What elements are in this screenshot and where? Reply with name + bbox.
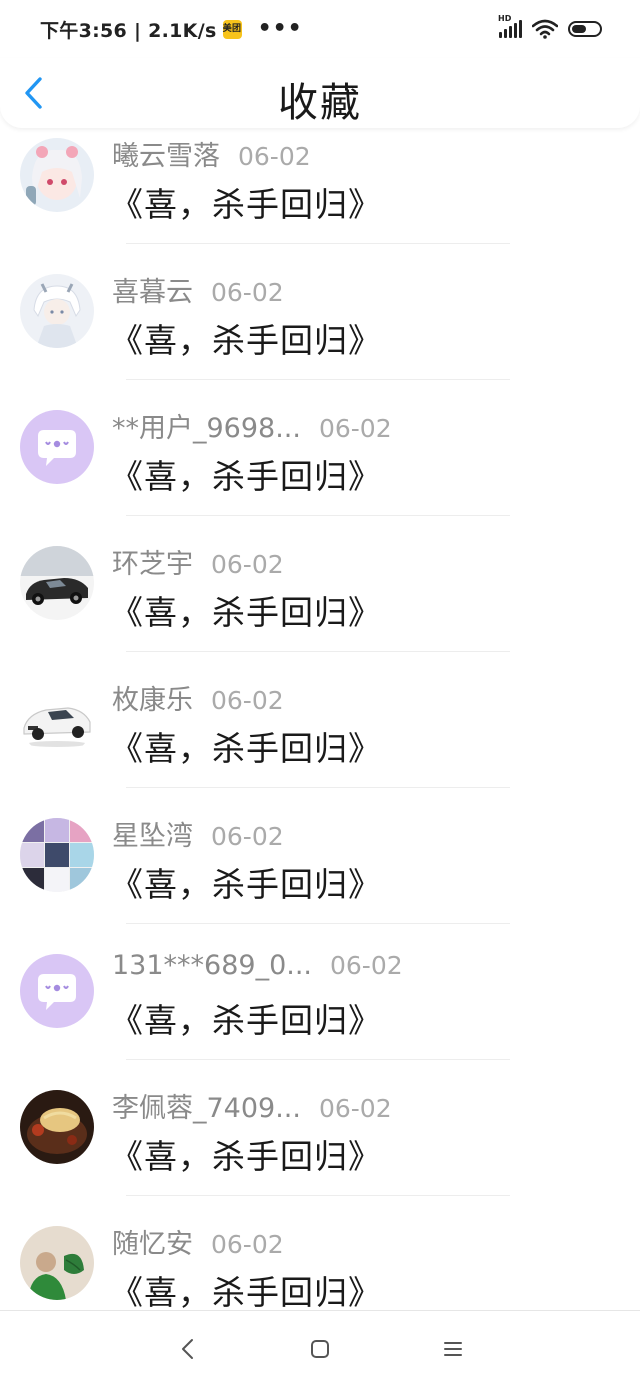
- avatar[interactable]: [20, 954, 94, 1028]
- book-title[interactable]: 《喜，杀手回归》: [110, 1266, 382, 1310]
- favorites-list: 曦云雪落 06-02 《喜，杀手回归》 喜暮云 06-02 《喜，杀手回归》 *…: [0, 128, 640, 1310]
- item-date: 06-02: [330, 951, 403, 980]
- book-title[interactable]: 《喜，杀手回归》: [110, 314, 382, 362]
- avatar[interactable]: [20, 818, 94, 892]
- nav-home-button[interactable]: [300, 1329, 340, 1369]
- item-meta: 随忆安 06-02: [112, 1222, 284, 1261]
- list-item[interactable]: 李佩蓉_7409... 06-02 《喜，杀手回归》: [0, 1080, 640, 1216]
- book-title[interactable]: 《喜，杀手回归》: [110, 178, 382, 226]
- wifi-icon: [532, 19, 558, 39]
- item-date: 06-02: [211, 550, 284, 579]
- item-meta: **用户_9698... 06-02: [112, 406, 392, 445]
- book-title[interactable]: 《喜，杀手回归》: [110, 722, 382, 770]
- nav-back-icon: [182, 1339, 193, 1359]
- user-name: 李佩蓉_7409...: [112, 1093, 301, 1124]
- book-title[interactable]: 《喜，杀手回归》: [110, 450, 382, 498]
- book-title[interactable]: 《喜，杀手回归》: [110, 1130, 382, 1178]
- item-date: 06-02: [211, 278, 284, 307]
- list-item[interactable]: 喜暮云 06-02 《喜，杀手回归》: [0, 264, 640, 400]
- item-meta: 曦云雪落 06-02: [112, 134, 311, 173]
- divider: [126, 1059, 510, 1060]
- status-right: HD: [498, 14, 602, 39]
- battery-icon: [568, 21, 602, 37]
- list-item[interactable]: 枚康乐 06-02 《喜，杀手回归》: [0, 672, 640, 808]
- avatar[interactable]: [20, 1226, 94, 1300]
- nav-menu-icon: [444, 1342, 462, 1356]
- status-left: 下午3:56 | 2.1K/s 美团 •••: [40, 16, 303, 43]
- list-item[interactable]: 环芝宇 06-02 《喜，杀手回归》: [0, 536, 640, 672]
- avatar[interactable]: [20, 138, 94, 212]
- status-time-speed: 下午3:56 | 2.1K/s: [40, 19, 217, 42]
- avatar[interactable]: [20, 546, 94, 620]
- item-meta: 星坠湾 06-02: [112, 814, 284, 853]
- status-bar: 下午3:56 | 2.1K/s 美团 ••• HD: [0, 0, 640, 58]
- system-nav-bar: [0, 1310, 640, 1388]
- list-item[interactable]: 131***689_0... 06-02 《喜，杀手回归》: [0, 944, 640, 1080]
- item-date: 06-02: [211, 822, 284, 851]
- nav-menu-button[interactable]: [433, 1329, 473, 1369]
- item-date: 06-02: [211, 1230, 284, 1259]
- more-notifications-icon: •••: [257, 16, 303, 41]
- avatar[interactable]: [20, 682, 94, 756]
- book-title[interactable]: 《喜，杀手回归》: [110, 586, 382, 634]
- list-item[interactable]: 星坠湾 06-02 《喜，杀手回归》: [0, 808, 640, 944]
- user-name: 131***689_0...: [112, 950, 312, 981]
- avatar[interactable]: [20, 410, 94, 484]
- user-name: 环芝宇: [112, 549, 193, 580]
- item-date: 06-02: [318, 1094, 392, 1123]
- item-date: 06-02: [318, 414, 392, 443]
- cellular-signal-icon: HD: [498, 14, 522, 38]
- item-date: 06-02: [211, 686, 284, 715]
- user-name: 枚康乐: [112, 685, 193, 716]
- item-date: 06-02: [238, 142, 311, 171]
- divider: [126, 243, 510, 244]
- avatar[interactable]: [20, 1090, 94, 1164]
- list-item[interactable]: **用户_9698... 06-02 《喜，杀手回归》: [0, 400, 640, 536]
- item-meta: 131***689_0... 06-02: [112, 950, 403, 981]
- nav-home-icon: [311, 1340, 329, 1358]
- avatar[interactable]: [20, 274, 94, 348]
- divider: [126, 651, 510, 652]
- item-meta: 枚康乐 06-02: [112, 678, 284, 717]
- meituan-app-icon: 美团: [222, 19, 242, 39]
- divider: [126, 379, 510, 380]
- list-item[interactable]: 随忆安 06-02 《喜，杀手回归》: [0, 1216, 640, 1310]
- book-title[interactable]: 《喜，杀手回归》: [110, 994, 382, 1042]
- item-meta: 李佩蓉_7409... 06-02: [112, 1086, 392, 1125]
- book-title[interactable]: 《喜，杀手回归》: [110, 858, 382, 906]
- header: 收藏: [0, 58, 640, 128]
- user-name: 喜暮云: [112, 277, 193, 308]
- user-name: 曦云雪落: [112, 141, 220, 172]
- hd-label: HD: [498, 14, 512, 23]
- user-name: **用户_9698...: [112, 413, 301, 444]
- list-item[interactable]: 曦云雪落 06-02 《喜，杀手回归》: [0, 128, 640, 264]
- divider: [126, 1195, 510, 1196]
- user-name: 星坠湾: [112, 821, 193, 852]
- divider: [126, 923, 510, 924]
- item-meta: 环芝宇 06-02: [112, 542, 284, 581]
- page-title: 收藏: [278, 80, 362, 126]
- user-name: 随忆安: [112, 1229, 193, 1260]
- nav-back-button[interactable]: [168, 1329, 208, 1369]
- divider: [126, 787, 510, 788]
- item-meta: 喜暮云 06-02: [112, 270, 284, 309]
- divider: [126, 515, 510, 516]
